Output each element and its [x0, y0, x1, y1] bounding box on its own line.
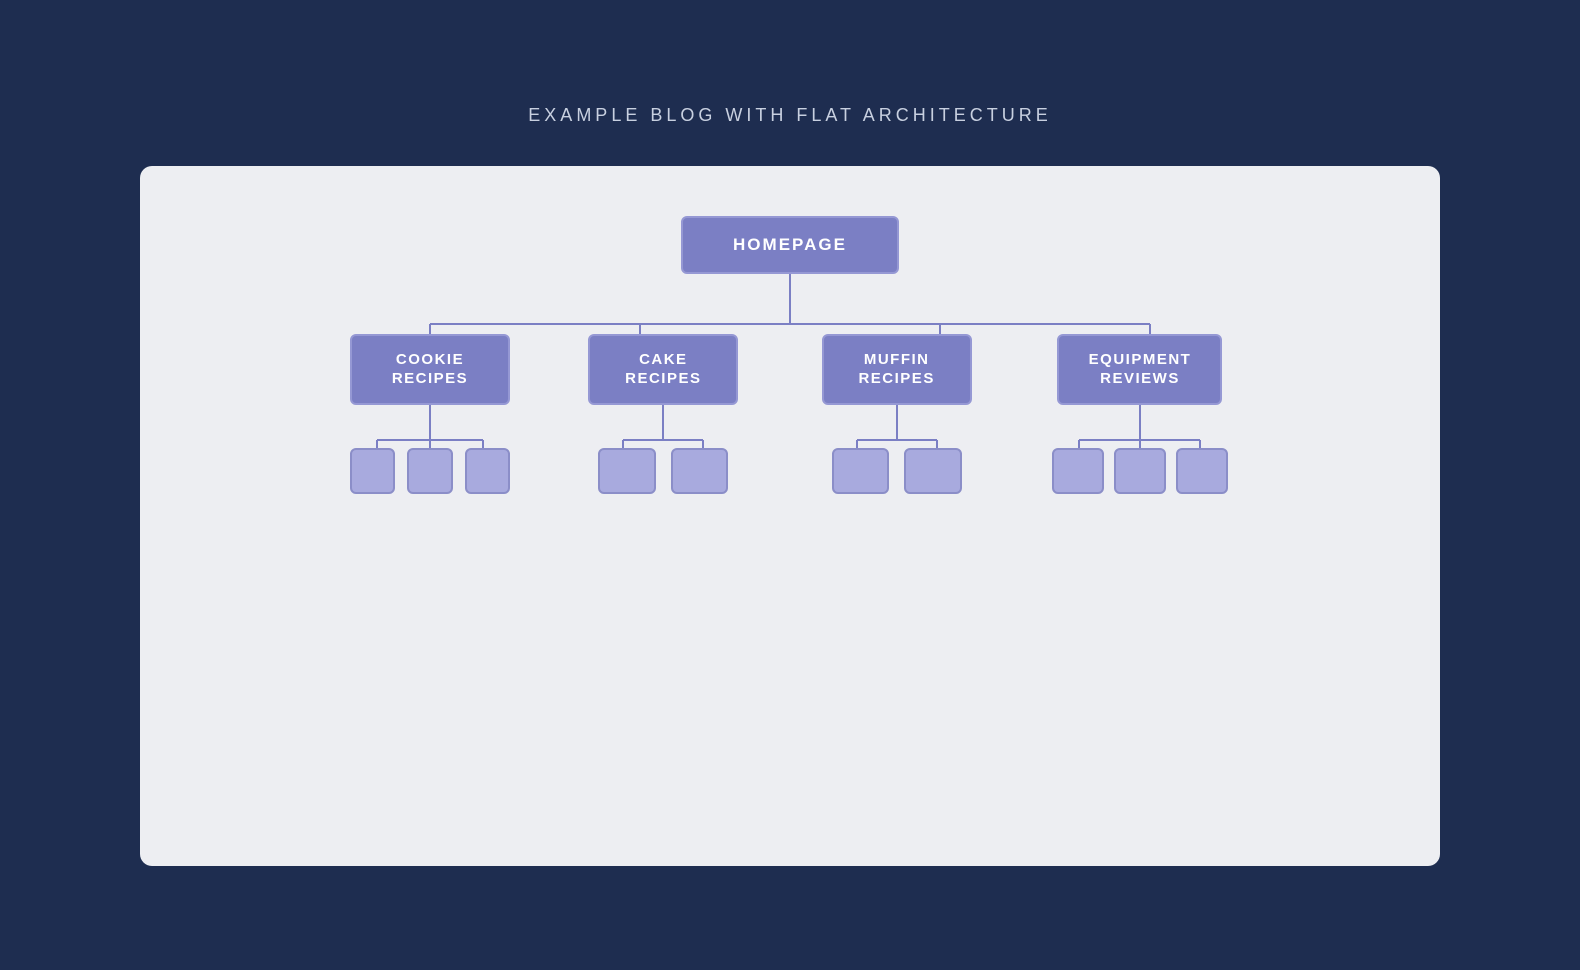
muffin-leaves	[832, 448, 962, 494]
page-title: EXAMPLE BLOG WITH FLAT ARCHITECTURE	[528, 105, 1051, 126]
diagram-container: HOMEPAGE COOKIERECIPES	[140, 166, 1440, 866]
cookie-vline	[429, 405, 431, 440]
tree: HOMEPAGE COOKIERECIPES	[200, 216, 1380, 494]
cake-leaves	[598, 448, 728, 494]
homepage-node: HOMEPAGE	[681, 216, 899, 274]
cookie-leaf-2	[407, 448, 452, 494]
equipment-reviews-node: EQUIPMENTREVIEWS	[1057, 334, 1222, 405]
cake-hbar	[598, 440, 728, 448]
muffin-column: MUFFINRECIPES	[797, 334, 997, 494]
cookie-recipes-node: COOKIERECIPES	[350, 334, 510, 405]
cookie-leaf-1	[350, 448, 395, 494]
equipment-vline	[1139, 405, 1141, 440]
muffin-leaf-1	[832, 448, 890, 494]
root-level: HOMEPAGE	[681, 216, 899, 274]
cake-column: CAKERECIPES	[563, 334, 763, 494]
cake-leaf-2	[671, 448, 729, 494]
level2-row: COOKIERECIPES CAKEREC	[330, 334, 1250, 494]
equipment-hbar	[1052, 440, 1227, 448]
cookie-leaves	[350, 448, 510, 494]
root-connector	[789, 274, 791, 324]
cookie-column: COOKIERECIPES	[330, 334, 530, 494]
cake-recipes-node: CAKERECIPES	[588, 334, 738, 405]
level2-hbar-svg	[330, 324, 1250, 334]
muffin-leaf-2	[904, 448, 962, 494]
equipment-leaf-2	[1114, 448, 1166, 494]
muffin-hbar	[832, 440, 962, 448]
equipment-leaf-3	[1176, 448, 1228, 494]
cookie-hbar	[350, 440, 510, 448]
equipment-leaf-1	[1052, 448, 1104, 494]
muffin-recipes-node: MUFFINRECIPES	[822, 334, 972, 405]
equipment-leaves	[1052, 448, 1227, 494]
cake-leaf-1	[598, 448, 656, 494]
muffin-vline	[896, 405, 898, 440]
cake-vline	[662, 405, 664, 440]
cookie-leaf-3	[465, 448, 510, 494]
equipment-column: EQUIPMENTREVIEWS	[1030, 334, 1250, 494]
